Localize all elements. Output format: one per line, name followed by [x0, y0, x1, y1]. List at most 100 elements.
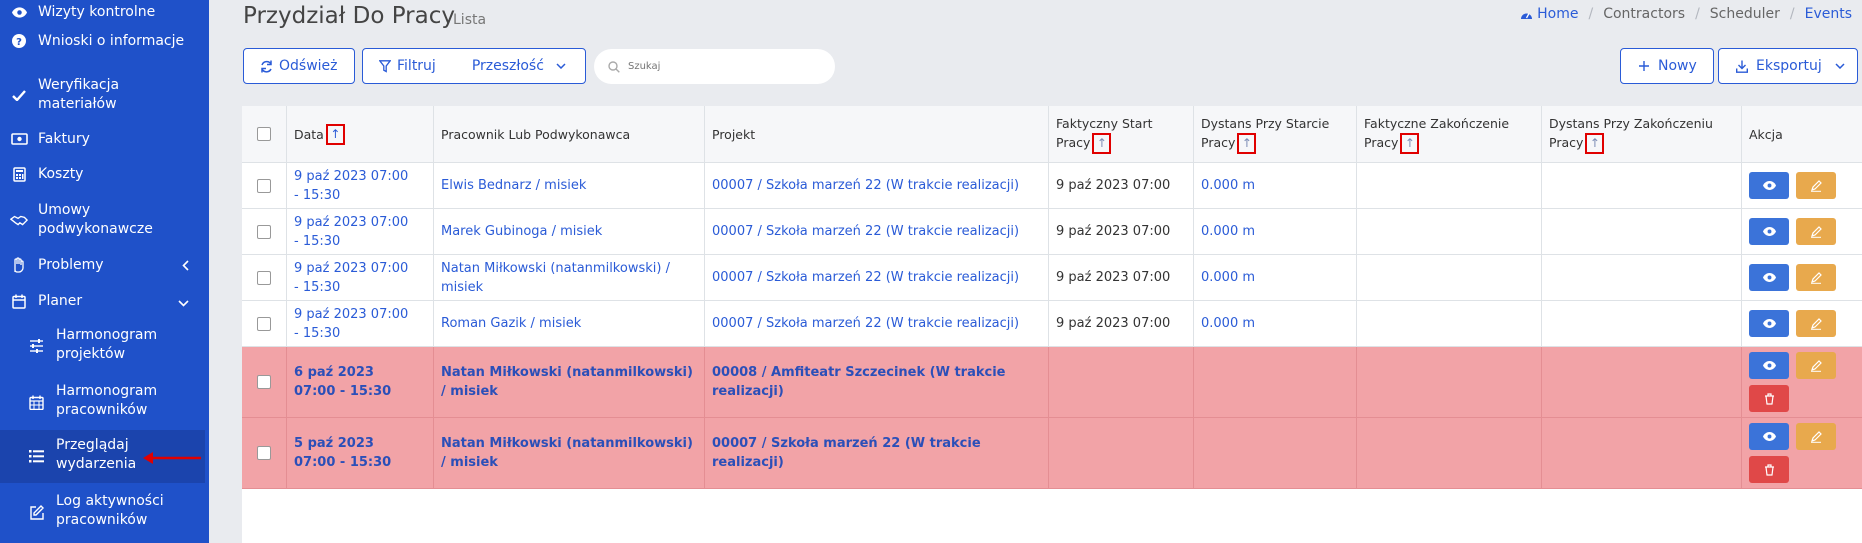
table-row: 9 paź 2023 07:00 - 15:30 Natan Miłkowski …: [242, 255, 1862, 301]
breadcrumb-home[interactable]: Home: [1520, 6, 1579, 22]
period-label: Przeszłość: [471, 58, 544, 74]
sidebar-item-label: Planer: [38, 293, 83, 309]
delete-button[interactable]: [1749, 456, 1789, 483]
column-header-actual-end[interactable]: Faktyczne Zakończenie Pracy ↑: [1357, 106, 1542, 162]
breadcrumb-contractors[interactable]: Contractors: [1603, 6, 1685, 22]
view-button[interactable]: [1749, 218, 1789, 245]
trash-icon: [1764, 463, 1775, 476]
start-distance-value[interactable]: 0.000 m: [1201, 268, 1255, 287]
worker-value[interactable]: Marek Gubinoga / misiek: [441, 222, 602, 241]
date-value[interactable]: 5 paź 2023 07:00 - 15:30: [294, 434, 414, 472]
view-button[interactable]: [1749, 352, 1789, 379]
filter-icon: [379, 59, 391, 73]
worker-value[interactable]: Natan Miłkowski (natanmilkowski) / misie…: [441, 363, 697, 401]
edit-button[interactable]: [1796, 423, 1836, 450]
cell-end-distance: [1542, 301, 1742, 346]
period-dropdown[interactable]: Przeszłość: [472, 49, 566, 83]
eye-icon: [1762, 181, 1776, 190]
row-checkbox[interactable]: [257, 446, 271, 460]
column-header-end-distance[interactable]: Dystans Przy Zakończeniu Pracy ↑: [1542, 106, 1742, 162]
sidebar-item-umowy[interactable]: Umowy podwykonawcze: [0, 201, 209, 241]
view-button[interactable]: [1749, 172, 1789, 199]
sidebar-item-harmonogram-pracownikow[interactable]: Harmonogram pracowników: [0, 382, 209, 422]
column-header-date[interactable]: Data ↑: [287, 106, 434, 162]
sidebar-item-koszty[interactable]: Koszty: [0, 165, 209, 185]
sidebar-item-problemy[interactable]: Problemy: [0, 256, 209, 278]
sort-arrow-icon[interactable]: ↑: [325, 123, 345, 145]
search-input[interactable]: [628, 61, 808, 72]
calendar-icon: [10, 292, 28, 310]
row-checkbox[interactable]: [257, 316, 271, 331]
date-value[interactable]: 9 paź 2023 07:00 - 15:30: [294, 167, 414, 205]
sidebar-item-harmonogram-projektow[interactable]: Harmonogram projektów: [0, 326, 209, 366]
row-select-cell: [242, 418, 287, 488]
start-distance-value[interactable]: 0.000 m: [1201, 176, 1255, 195]
edit-button[interactable]: [1796, 310, 1836, 337]
view-button[interactable]: [1749, 310, 1789, 337]
select-all-checkbox[interactable]: [257, 127, 271, 141]
cell-start-distance: 0.000 m: [1194, 163, 1357, 208]
worker-value[interactable]: Natan Miłkowski (natanmilkowski) / misie…: [441, 259, 697, 297]
column-header-start-distance[interactable]: Dystans Przy Starcie Pracy ↑: [1194, 106, 1357, 162]
row-actions-cell: [1742, 301, 1862, 346]
project-value[interactable]: 00007 / Szkoła marzeń 22 (W trakcie real…: [712, 268, 1019, 287]
row-checkbox[interactable]: [257, 375, 271, 389]
question-circle-icon: ?: [10, 32, 28, 50]
sidebar-item-weryfikacja[interactable]: Weryfikacja materiałów: [0, 76, 209, 116]
column-header-project[interactable]: Projekt: [705, 106, 1049, 162]
column-header-actual-start[interactable]: Faktyczny Start Pracy ↑: [1049, 106, 1194, 162]
worker-value[interactable]: Elwis Bednarz / misiek: [441, 176, 586, 195]
edit-button[interactable]: [1796, 172, 1836, 199]
worker-value[interactable]: Roman Gazik / misiek: [441, 314, 581, 333]
project-value[interactable]: 00007 / Szkoła marzeń 22 (W trakcie real…: [712, 222, 1019, 241]
sidebar: Wizyty kontrolne ? Wnioski o informacje …: [0, 0, 209, 543]
sidebar-item-log-aktywnosci[interactable]: Log aktywności pracowników: [0, 492, 209, 532]
breadcrumb-events[interactable]: Events: [1805, 6, 1852, 22]
sidebar-item-wizyty-kontrolne[interactable]: Wizyty kontrolne: [0, 3, 209, 23]
row-checkbox[interactable]: [257, 270, 271, 285]
breadcrumb-scheduler[interactable]: Scheduler: [1710, 6, 1780, 22]
date-value[interactable]: 9 paź 2023 07:00 - 15:30: [294, 259, 414, 297]
project-value[interactable]: 00007 / Szkoła marzeń 22 (W trakcie real…: [712, 434, 1041, 472]
project-value[interactable]: 00007 / Szkoła marzeń 22 (W trakcie real…: [712, 314, 1019, 333]
edit-button[interactable]: [1796, 218, 1836, 245]
sort-arrow-icon[interactable]: ↑: [1092, 133, 1112, 154]
start-distance-value[interactable]: 0.000 m: [1201, 314, 1255, 333]
edit-button[interactable]: [1796, 352, 1836, 379]
row-select-cell: [242, 255, 287, 300]
view-button[interactable]: [1749, 264, 1789, 291]
sort-arrow-icon[interactable]: ↑: [1237, 133, 1257, 154]
project-value[interactable]: 00008 / Amfiteatr Szczecinek (W trakcie …: [712, 363, 1041, 401]
refresh-button[interactable]: Odśwież: [243, 48, 355, 84]
plus-icon: [1639, 61, 1649, 71]
row-checkbox[interactable]: [257, 178, 271, 193]
date-value[interactable]: 9 paź 2023 07:00 - 15:30: [294, 305, 414, 343]
date-value[interactable]: 9 paź 2023 07:00 - 15:30: [294, 213, 414, 251]
column-header-worker[interactable]: Pracownik Lub Podwykonawca: [434, 106, 705, 162]
row-actions-cell: [1742, 163, 1862, 208]
edit-button[interactable]: [1796, 264, 1836, 291]
filter-button[interactable]: Filtruj: [363, 49, 436, 83]
sidebar-item-wnioski[interactable]: ? Wnioski o informacje: [0, 32, 209, 54]
sort-arrow-icon[interactable]: ↑: [1400, 133, 1420, 154]
cell-project: 00007 / Szkoła marzeń 22 (W trakcie real…: [705, 255, 1049, 300]
column-label: Faktyczne Zakończenie Pracy ↑: [1364, 114, 1524, 154]
dashboard-icon: [1521, 12, 1533, 19]
column-label: Dystans Przy Zakończeniu Pracy ↑: [1549, 114, 1724, 154]
start-distance-value[interactable]: 0.000 m: [1201, 222, 1255, 241]
view-button[interactable]: [1749, 423, 1789, 450]
export-label: Eksportuj: [1756, 58, 1822, 74]
date-value[interactable]: 6 paź 2023 07:00 - 15:30: [294, 363, 414, 401]
sidebar-item-label: Log aktywności pracowników: [56, 493, 164, 528]
sidebar-item-faktury[interactable]: Faktury: [0, 130, 209, 150]
export-button[interactable]: Eksportuj: [1718, 48, 1858, 84]
delete-button[interactable]: [1749, 385, 1789, 412]
cell-start-distance: [1194, 347, 1357, 417]
worker-value[interactable]: Natan Miłkowski (natanmilkowski) / misie…: [441, 434, 697, 472]
sort-arrow-icon[interactable]: ↑: [1585, 133, 1605, 154]
row-checkbox[interactable]: [257, 224, 271, 239]
sidebar-item-planer[interactable]: Planer: [0, 292, 209, 314]
search-box[interactable]: [594, 49, 835, 84]
project-value[interactable]: 00007 / Szkoła marzeń 22 (W trakcie real…: [712, 176, 1019, 195]
new-button[interactable]: Nowy: [1620, 48, 1714, 84]
